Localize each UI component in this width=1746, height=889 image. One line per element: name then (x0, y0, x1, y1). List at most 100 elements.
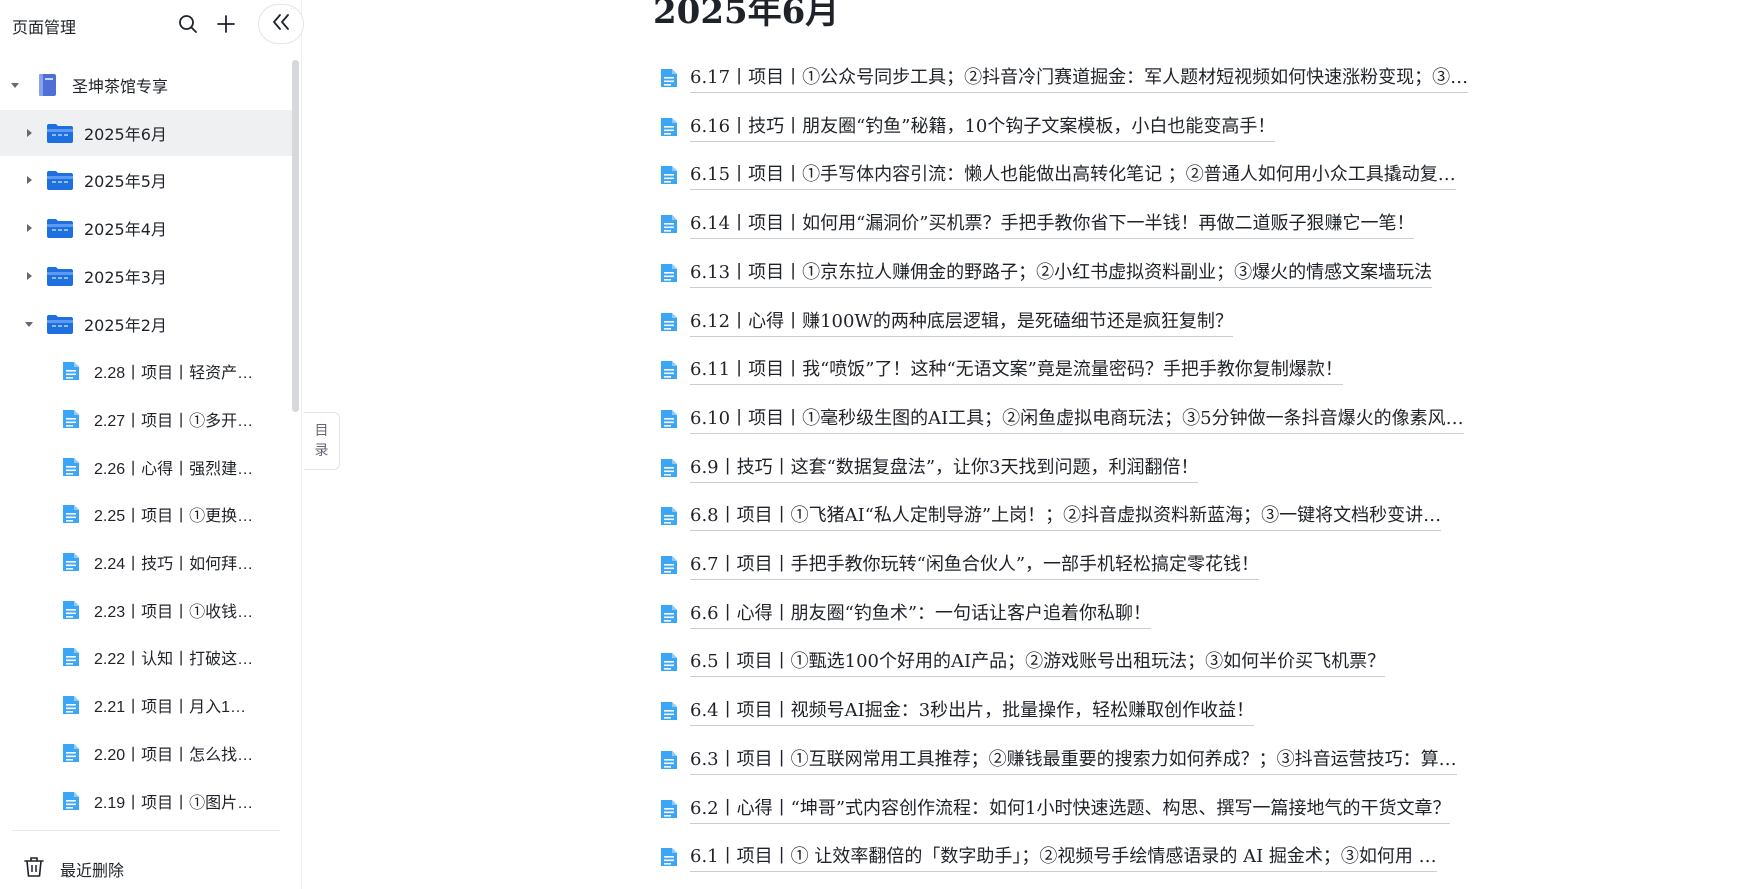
tree-item-label: 2025年3月 (84, 268, 167, 287)
document-link[interactable]: 6.1丨项目丨① 让效率翻倍的「数字助手」；②视频号手绘情感语录的 AI 掘金术… (660, 842, 1437, 872)
document-link-text[interactable]: 6.17丨项目丨①公众号同步工具；②抖音冷门赛道掘金：军人题材短视频如何快速涨粉… (690, 63, 1469, 93)
trash-icon (24, 856, 44, 882)
document-link-text[interactable]: 6.3丨项目丨①互联网常用工具推荐；②赚钱最重要的搜索力如何养成？；③抖音运营技… (690, 745, 1457, 775)
doc-icon (660, 555, 678, 575)
tree-item-doc[interactable]: 2.22丨认知丨打破这… (0, 634, 292, 680)
document-link-text[interactable]: 6.11丨项目丨我“喷饭”了！这种“无语文案”竟是流量密码？手把手教你复制爆款！ (690, 355, 1343, 385)
tree-item-doc[interactable]: 2.19丨项目丨①图片… (0, 778, 292, 824)
expand-arrow-right-icon[interactable] (22, 269, 36, 283)
doc-icon (660, 214, 678, 234)
expand-arrow-right-icon[interactable] (22, 173, 36, 187)
document-link-text[interactable]: 6.10丨项目丨①毫秒级生图的AI工具；②闲鱼虚拟电商玩法；③5分钟做一条抖音爆… (690, 404, 1464, 434)
tree-item-doc[interactable]: 2.27丨项目丨①多开… (0, 396, 292, 442)
doc-icon (62, 361, 80, 381)
document-link-text[interactable]: 6.13丨项目丨①京东拉人赚佣金的野路子；②小红书虚拟资料副业；③爆火的情感文案… (690, 258, 1433, 288)
doc-icon (62, 647, 80, 667)
document-link[interactable]: 6.9丨技巧丨这套“数据复盘法”，让你3天找到问题，利润翻倍！ (660, 453, 1199, 483)
document-link-text[interactable]: 6.14丨项目丨如何用“漏洞价”买机票？手把手教你省下一半钱！再做二道贩子狠赚它… (690, 209, 1415, 239)
tree-item-folder[interactable]: 2025年5月 (0, 157, 292, 203)
doc-icon (660, 506, 678, 526)
expand-arrow-right-icon[interactable] (22, 221, 36, 235)
book-icon (36, 73, 58, 97)
doc-icon (660, 458, 678, 478)
tree-item-doc[interactable]: 2.28丨项目丨轻资产… (0, 348, 292, 394)
document-link-text[interactable]: 6.5丨项目丨①甄选100个好用的AI产品；②游戏账号出租玩法；③如何半价买飞机… (690, 647, 1386, 677)
page-title: 2025年6月 (653, 0, 840, 32)
document-link-text[interactable]: 6.4丨项目丨视频号AI掘金：3秒出片，批量操作，轻松赚取创作收益！ (690, 696, 1255, 726)
plus-icon[interactable] (214, 12, 238, 36)
document-link-text[interactable]: 6.6丨心得丨朋友圈“钓鱼术”：一句话让客户追着你私聊！ (690, 599, 1152, 629)
tree-item-book[interactable]: 圣坤茶馆专享 (0, 62, 292, 108)
document-link[interactable]: 6.13丨项目丨①京东拉人赚佣金的野路子；②小红书虚拟资料副业；③爆火的情感文案… (660, 258, 1433, 288)
tree-item-label: 2.19丨项目丨①图片… (94, 795, 254, 812)
toc-toggle-tab[interactable]: 目 录 (304, 412, 340, 470)
tree-item-label: 2.28丨项目丨轻资产… (94, 365, 254, 382)
doc-icon (62, 743, 80, 763)
document-link-text[interactable]: 6.1丨项目丨① 让效率翻倍的「数字助手」；②视频号手绘情感语录的 AI 掘金术… (690, 842, 1437, 872)
doc-icon (660, 799, 678, 819)
document-link[interactable]: 6.6丨心得丨朋友圈“钓鱼术”：一句话让客户追着你私聊！ (660, 599, 1152, 629)
document-link[interactable]: 6.16丨技巧丨朋友圈“钓鱼”秘籍，10个钩子文案模板，小白也能变高手！ (660, 112, 1276, 142)
tree-item-label: 2025年4月 (84, 220, 167, 239)
expand-arrow-down-icon[interactable] (22, 317, 36, 331)
doc-icon (660, 360, 678, 380)
doc-icon (660, 312, 678, 332)
document-link[interactable]: 6.10丨项目丨①毫秒级生图的AI工具；②闲鱼虚拟电商玩法；③5分钟做一条抖音爆… (660, 404, 1464, 434)
tree-item-folder[interactable]: 2025年3月 (0, 253, 292, 299)
doc-icon (62, 791, 80, 811)
doc-icon (660, 68, 678, 88)
tree-item-doc[interactable]: 2.23丨项目丨①收钱… (0, 587, 292, 633)
folder-icon (46, 265, 74, 287)
sidebar: 页面管理 圣坤茶馆专享 2025年6月 2025年5月 2025年4月 2025年3月 2… (0, 0, 304, 889)
doc-icon (660, 263, 678, 283)
document-link-text[interactable]: 6.12丨心得丨赚100W的两种底层逻辑，是死磕细节还是疯狂复制？ (690, 307, 1233, 337)
doc-icon (660, 165, 678, 185)
tree-item-label: 圣坤茶馆专享 (72, 77, 169, 96)
doc-icon (62, 504, 80, 524)
document-link-text[interactable]: 6.16丨技巧丨朋友圈“钓鱼”秘籍，10个钩子文案模板，小白也能变高手！ (690, 112, 1276, 142)
tree-item-label: 2025年5月 (84, 172, 167, 191)
collapse-sidebar-button[interactable] (258, 4, 304, 44)
document-link[interactable]: 6.8丨项目丨①飞猪AI“私人定制导游”上岗！；②抖音虚拟资料新蓝海；③一键将文… (660, 501, 1442, 531)
toc-tab-char: 目 (314, 423, 329, 439)
document-link[interactable]: 6.7丨项目丨手把手教你玩转“闲鱼合伙人”，一部手机轻松搞定零花钱！ (660, 550, 1260, 580)
document-link[interactable]: 6.15丨项目丨①手写体内容引流：懒人也能做出高转化笔记 ；②普通人如何用小众工… (660, 160, 1456, 190)
tree-item-folder[interactable]: 2025年4月 (0, 205, 292, 251)
document-link[interactable]: 6.17丨项目丨①公众号同步工具；②抖音冷门赛道掘金：军人题材短视频如何快速涨粉… (660, 63, 1469, 93)
tree-item-doc[interactable]: 2.21丨项目丨月入1… (0, 682, 292, 728)
doc-icon (660, 604, 678, 624)
document-link[interactable]: 6.11丨项目丨我“喷饭”了！这种“无语文案”竟是流量密码？手把手教你复制爆款！ (660, 355, 1343, 385)
document-link-text[interactable]: 6.7丨项目丨手把手教你玩转“闲鱼合伙人”，一部手机轻松搞定零花钱！ (690, 550, 1260, 580)
doc-icon (660, 847, 678, 867)
tree-item-label: 2.27丨项目丨①多开… (94, 413, 254, 430)
document-link[interactable]: 6.14丨项目丨如何用“漏洞价”买机票？手把手教你省下一半钱！再做二道贩子狠赚它… (660, 209, 1415, 239)
tree-item-folder[interactable]: 2025年6月 (0, 110, 292, 156)
tree-item-label: 2.23丨项目丨①收钱… (94, 604, 254, 621)
document-link[interactable]: 6.4丨项目丨视频号AI掘金：3秒出片，批量操作，轻松赚取创作收益！ (660, 696, 1255, 726)
expand-arrow-down-icon[interactable] (8, 78, 22, 92)
tree-item-label: 2.22丨认知丨打破这… (94, 651, 254, 668)
document-link[interactable]: 6.5丨项目丨①甄选100个好用的AI产品；②游戏账号出租玩法；③如何半价买飞机… (660, 647, 1386, 677)
recently-deleted-button[interactable]: 最近删除 (24, 856, 124, 882)
doc-icon (660, 409, 678, 429)
tree-item-doc[interactable]: 2.25丨项目丨①更换… (0, 491, 292, 537)
page-tree: 圣坤茶馆专享 2025年6月 2025年5月 2025年4月 2025年3月 2025年2… (0, 60, 292, 830)
expand-arrow-right-icon[interactable] (22, 126, 36, 140)
document-link[interactable]: 6.3丨项目丨①互联网常用工具推荐；②赚钱最重要的搜索力如何养成？；③抖音运营技… (660, 745, 1457, 775)
document-link-text[interactable]: 6.15丨项目丨①手写体内容引流：懒人也能做出高转化笔记 ；②普通人如何用小众工… (690, 160, 1456, 190)
tree-item-label: 2.20丨项目丨怎么找… (94, 747, 254, 764)
document-link-text[interactable]: 6.2丨心得丨“坤哥”式内容创作流程：如何1小时快速选题、构思、撰写一篇接地气的… (690, 794, 1451, 824)
search-icon[interactable] (176, 12, 200, 36)
document-link-text[interactable]: 6.8丨项目丨①飞猪AI“私人定制导游”上岗！；②抖音虚拟资料新蓝海；③一键将文… (690, 501, 1442, 531)
doc-icon (62, 409, 80, 429)
tree-item-doc[interactable]: 2.24丨技巧丨如何拜… (0, 539, 292, 585)
tree-item-doc[interactable]: 2.20丨项目丨怎么找… (0, 730, 292, 776)
sidebar-title: 页面管理 (12, 18, 77, 37)
document-link-text[interactable]: 6.9丨技巧丨这套“数据复盘法”，让你3天找到问题，利润翻倍！ (690, 453, 1199, 483)
folder-icon (46, 122, 74, 144)
document-link[interactable]: 6.12丨心得丨赚100W的两种底层逻辑，是死磕细节还是疯狂复制？ (660, 307, 1233, 337)
tree-item-folder[interactable]: 2025年2月 (0, 301, 292, 347)
document-link[interactable]: 6.2丨心得丨“坤哥”式内容创作流程：如何1小时快速选题、构思、撰写一篇接地气的… (660, 794, 1451, 824)
tree-item-doc[interactable]: 2.26丨心得丨强烈建… (0, 444, 292, 490)
sidebar-scrollbar[interactable] (292, 60, 299, 412)
